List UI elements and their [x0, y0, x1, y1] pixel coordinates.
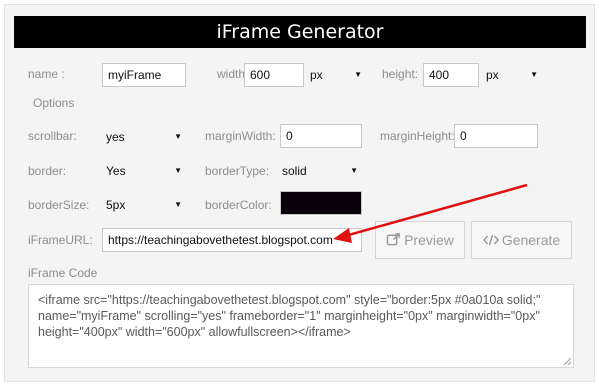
iframe-code-text: <iframe src="https://teachingabovethetes… — [38, 293, 541, 339]
iframe-code-label: iFrame Code — [28, 266, 98, 280]
resize-handle-icon[interactable] — [563, 357, 571, 365]
iframe-code-textarea[interactable]: <iframe src="https://teachingabovethetes… — [28, 284, 574, 368]
